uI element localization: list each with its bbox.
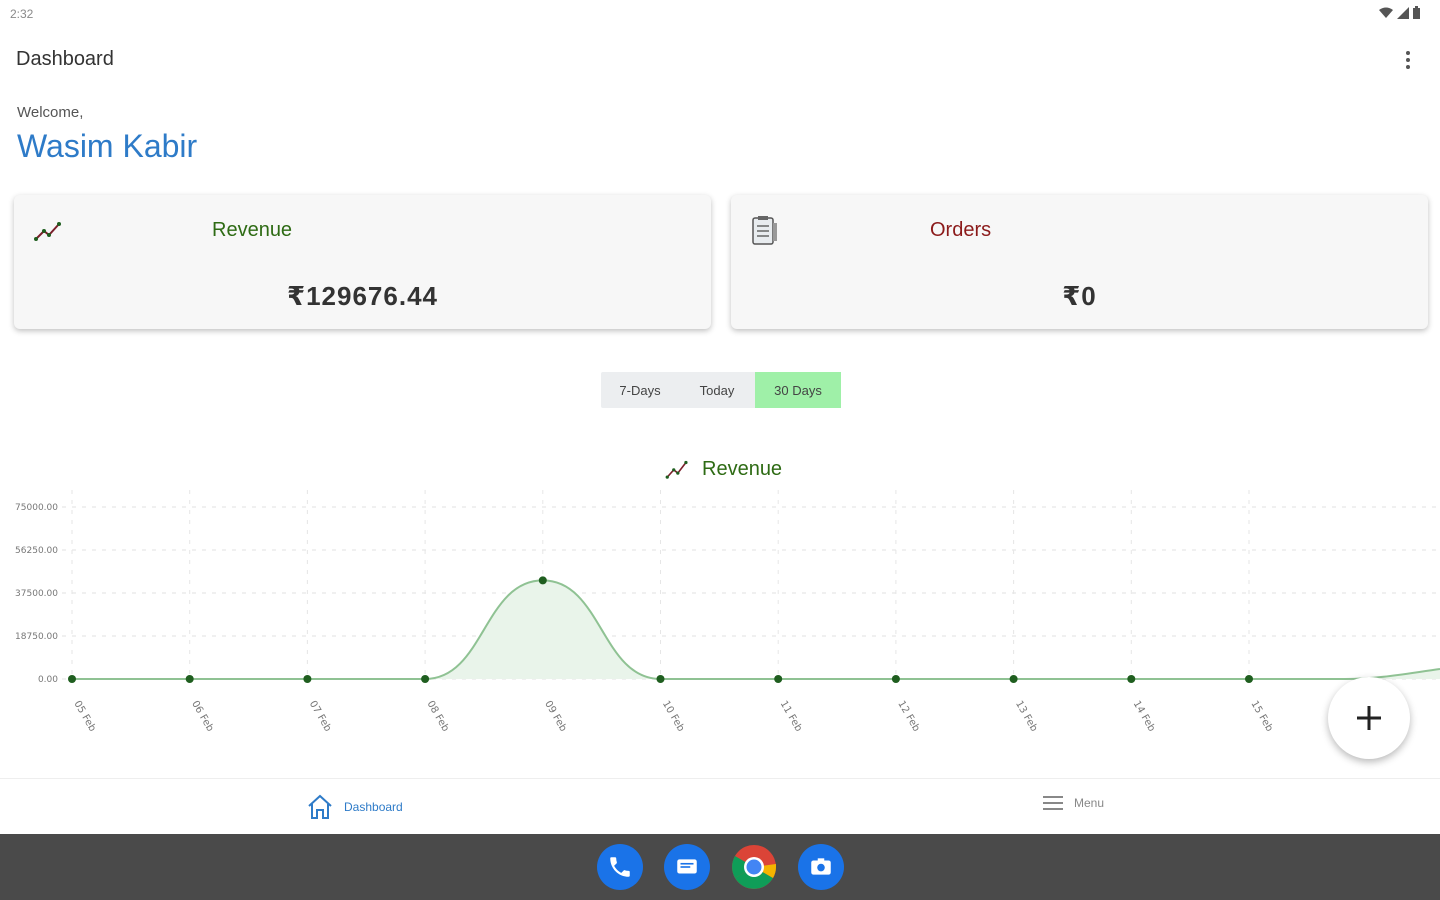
x-tick-label: 14 Feb <box>1131 699 1157 734</box>
series-area <box>72 580 1440 679</box>
y-tick-label: 37500.00 <box>15 589 58 599</box>
nav-dashboard-label: Dashboard <box>344 800 403 814</box>
data-point <box>421 675 430 683</box>
data-point <box>891 675 900 683</box>
messages-icon[interactable] <box>664 844 710 890</box>
status-time: 2:32 <box>10 7 34 21</box>
x-tick-label: 10 Feb <box>660 699 686 734</box>
period-7-days[interactable]: 7-Days <box>601 372 679 408</box>
phone-icon[interactable] <box>597 844 643 890</box>
plus-icon <box>1357 706 1381 730</box>
menu-icon <box>1043 796 1063 810</box>
system-taskbar <box>0 834 1440 900</box>
wifi-icon <box>1379 7 1393 18</box>
status-bar: 2:32 <box>0 0 1440 30</box>
nav-dashboard[interactable]: Dashboard <box>306 793 403 821</box>
trending-up-icon <box>34 222 61 241</box>
y-tick-label: 56250.00 <box>15 546 58 556</box>
revenue-title: Revenue <box>212 219 293 241</box>
data-point <box>185 675 194 683</box>
more-vert-icon[interactable] <box>1398 48 1418 72</box>
revenue-value: ₹129676.44 <box>287 281 438 311</box>
home-icon <box>308 794 332 819</box>
bottom-navigation: Dashboard Menu <box>0 778 1440 834</box>
signal-icon <box>1397 6 1409 19</box>
nav-menu[interactable]: Menu <box>1042 793 1104 813</box>
data-point <box>774 675 783 683</box>
y-tick-label: 75000.00 <box>15 503 58 513</box>
add-button[interactable] <box>1328 677 1410 759</box>
welcome-text: Welcome, <box>17 104 84 121</box>
x-tick-label: 07 Feb <box>307 699 333 734</box>
nav-menu-label: Menu <box>1074 796 1105 810</box>
revenue-chart: 75000.00 56250.00 37500.00 18750.00 0.00 05 F… <box>15 490 1440 734</box>
series-line <box>71 579 1440 680</box>
user-name: Wasim Kabir <box>17 128 198 164</box>
period-selector: 7-Days Today 30 Days <box>601 372 841 408</box>
page-title: Dashboard <box>16 48 114 70</box>
x-tick-label: 12 Feb <box>895 699 921 734</box>
orders-value: ₹0 <box>1062 281 1097 311</box>
y-tick-label: 0.00 <box>38 675 58 685</box>
chrome-icon[interactable] <box>731 844 777 890</box>
revenue-card[interactable]: Revenue ₹129676.44 <box>14 195 711 329</box>
data-point <box>1245 675 1253 683</box>
status-icons <box>1379 6 1420 19</box>
x-tick-label: 09 Feb <box>542 699 568 734</box>
chart-title-label: Revenue <box>702 457 783 480</box>
data-point <box>303 675 312 683</box>
x-tick-label: 11 Feb <box>778 699 804 734</box>
orders-card[interactable]: Orders ₹0 <box>731 195 1428 329</box>
x-tick-label: 06 Feb <box>189 699 215 734</box>
trending-up-icon <box>665 460 688 479</box>
x-tick-label: 15 Feb <box>1248 699 1274 734</box>
y-tick-label: 18750.00 <box>15 632 58 642</box>
data-point <box>656 675 665 683</box>
x-tick-label: 08 Feb <box>425 699 451 734</box>
period-today[interactable]: Today <box>679 372 755 408</box>
app-bar: Dashboard <box>0 38 1440 82</box>
data-point <box>1009 675 1018 683</box>
battery-icon <box>1413 6 1420 19</box>
orders-title: Orders <box>930 219 992 241</box>
clipboard-icon <box>752 216 777 245</box>
period-30-days[interactable]: 30 Days <box>755 372 841 408</box>
data-point <box>538 576 547 585</box>
data-point <box>68 675 76 683</box>
camera-icon[interactable] <box>798 844 844 890</box>
x-tick-label: 13 Feb <box>1013 699 1039 734</box>
data-point <box>1127 675 1136 683</box>
x-tick-label: 05 Feb <box>71 699 97 734</box>
chart-title: Revenue <box>662 454 782 484</box>
